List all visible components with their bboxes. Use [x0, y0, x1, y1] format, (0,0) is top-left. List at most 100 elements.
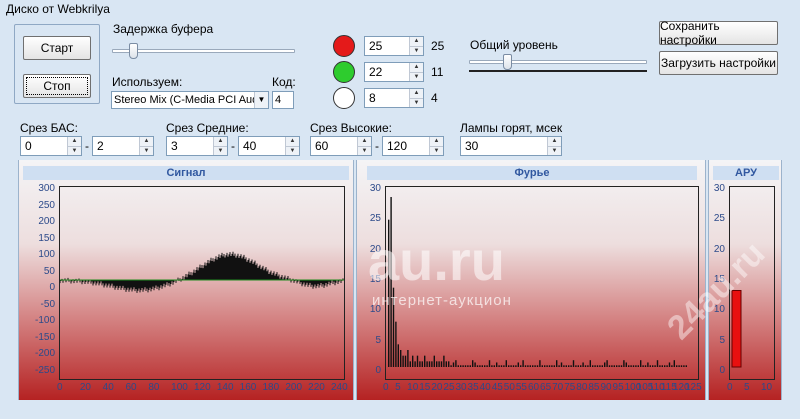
- lamp-green-extra: 11: [431, 65, 444, 79]
- signal-x-tick-label: 60: [125, 382, 137, 393]
- signal-trace: [60, 251, 344, 293]
- agc-y-tick-label: 0: [719, 365, 725, 376]
- fourier-bar: [479, 365, 481, 367]
- fourier-bar: [388, 219, 390, 367]
- fourier-bar: [604, 362, 606, 367]
- code-label: Код:: [272, 75, 296, 89]
- agc-y-tick-label: 30: [713, 183, 725, 194]
- mid-cut-label: Срез Средние:: [166, 121, 249, 135]
- lamp-white-extra: 4: [431, 91, 438, 105]
- fourier-bar: [572, 360, 575, 367]
- range-dash: -: [85, 139, 89, 153]
- fourier-bar: [450, 365, 452, 367]
- lamp-green-input[interactable]: 22 ▲ ▼: [364, 62, 424, 82]
- spin-down-icon[interactable]: ▼: [430, 145, 443, 155]
- fourier-x-tick-label: 20: [431, 382, 443, 393]
- agc-title: АРУ: [713, 166, 779, 180]
- spin-down-icon[interactable]: ▼: [358, 145, 371, 155]
- spin-up-icon[interactable]: ▲: [410, 63, 423, 72]
- overall-level-track[interactable]: [469, 60, 647, 64]
- signal-y-tick-label: -150: [34, 331, 55, 343]
- high-from-input[interactable]: 60 ▲ ▼: [310, 136, 372, 156]
- chevron-down-icon[interactable]: ▼: [254, 92, 268, 108]
- load-settings-button[interactable]: Загрузить настройки: [659, 51, 778, 75]
- start-button[interactable]: Старт: [23, 36, 91, 60]
- fourier-bar: [524, 365, 527, 367]
- bass-to-value: 2: [97, 139, 104, 153]
- lamp-red-input[interactable]: 25 ▲ ▼: [364, 36, 424, 56]
- bass-to-input[interactable]: 2 ▲ ▼: [92, 136, 154, 156]
- spin-down-icon[interactable]: ▼: [548, 145, 561, 155]
- spin-up-icon[interactable]: ▲: [140, 137, 153, 146]
- spin-up-icon[interactable]: ▲: [358, 137, 371, 146]
- fourier-bar: [433, 355, 435, 367]
- signal-x-tick-label: 240: [331, 382, 348, 393]
- fourier-bar: [407, 350, 409, 367]
- spin-down-icon[interactable]: ▼: [410, 97, 423, 107]
- save-settings-button[interactable]: Сохранить настройки: [659, 19, 778, 47]
- bass-cut-label: Срез БАС:: [20, 121, 78, 135]
- fourier-bar: [544, 365, 546, 367]
- spin-up-icon[interactable]: ▲: [214, 137, 227, 146]
- window-title: Диско от Webkrilya: [6, 2, 110, 16]
- lamps-time-input[interactable]: 30 ▲ ▼: [460, 136, 562, 156]
- fourier-bar: [510, 365, 512, 367]
- fourier-bar: [565, 365, 567, 367]
- fourier-bar: [474, 362, 476, 367]
- bass-from-input[interactable]: 0 ▲ ▼: [20, 136, 82, 156]
- spin-up-icon[interactable]: ▲: [286, 137, 299, 146]
- spin-up-icon[interactable]: ▲: [548, 137, 561, 146]
- fourier-bar: [608, 365, 611, 367]
- overall-level-thumb[interactable]: [502, 54, 512, 70]
- fourier-x-tick-label: 35: [467, 382, 479, 393]
- fourier-bar: [637, 365, 639, 367]
- lamp-white-input[interactable]: 8 ▲ ▼: [364, 88, 424, 108]
- signal-x-tick-label: 40: [102, 382, 114, 393]
- lamp-white-icon: [333, 87, 355, 109]
- fourier-bar: [680, 365, 683, 367]
- fourier-bar: [484, 365, 486, 367]
- fourier-bar: [551, 365, 553, 367]
- fourier-bar: [534, 365, 536, 367]
- spin-up-icon[interactable]: ▲: [410, 89, 423, 98]
- buffer-delay-thumb[interactable]: [129, 43, 139, 59]
- fourier-x-tick-label: 80: [576, 382, 588, 393]
- fourier-bar: [527, 365, 529, 367]
- code-field[interactable]: 4: [272, 91, 294, 109]
- fourier-bar: [618, 365, 620, 367]
- fourier-bar: [443, 355, 445, 367]
- fourier-bar: [589, 360, 591, 367]
- spin-down-icon[interactable]: ▼: [68, 145, 81, 155]
- spin-up-icon[interactable]: ▲: [68, 137, 81, 146]
- stop-button[interactable]: Стоп: [23, 74, 91, 98]
- spin-down-icon[interactable]: ▼: [410, 71, 423, 81]
- fourier-x-tick-label: 95: [612, 382, 624, 393]
- spin-down-icon[interactable]: ▼: [140, 145, 153, 155]
- fourier-bar: [613, 365, 615, 367]
- fourier-bar: [671, 365, 673, 367]
- spin-up-icon[interactable]: ▲: [410, 37, 423, 46]
- fourier-bar: [440, 361, 443, 367]
- fourier-y-tick-label: 20: [369, 243, 381, 255]
- spin-down-icon[interactable]: ▼: [214, 145, 227, 155]
- signal-y-tick-label: -200: [34, 348, 55, 360]
- fourier-bar: [570, 365, 572, 367]
- buffer-delay-track[interactable]: [112, 49, 295, 53]
- fourier-y-tick-label: 25: [369, 213, 381, 225]
- spin-up-icon[interactable]: ▲: [430, 137, 443, 146]
- source-select[interactable]: Stereo Mix (C-Media PCI Audio ▼: [111, 91, 269, 109]
- fourier-bar: [472, 360, 474, 367]
- fourier-bar: [517, 362, 519, 367]
- signal-y-tick-label: 250: [38, 199, 55, 211]
- fourier-bar: [558, 365, 560, 367]
- mid-to-input[interactable]: 40 ▲ ▼: [238, 136, 300, 156]
- fourier-bar: [656, 360, 659, 367]
- mid-from-input[interactable]: 3 ▲ ▼: [166, 136, 228, 156]
- spin-down-icon[interactable]: ▼: [286, 145, 299, 155]
- fourier-bar: [414, 361, 416, 367]
- high-to-input[interactable]: 120 ▲ ▼: [382, 136, 444, 156]
- spin-down-icon[interactable]: ▼: [410, 45, 423, 55]
- fourier-bar: [632, 365, 635, 367]
- fourier-bar: [457, 365, 459, 367]
- fourier-bar: [563, 365, 565, 367]
